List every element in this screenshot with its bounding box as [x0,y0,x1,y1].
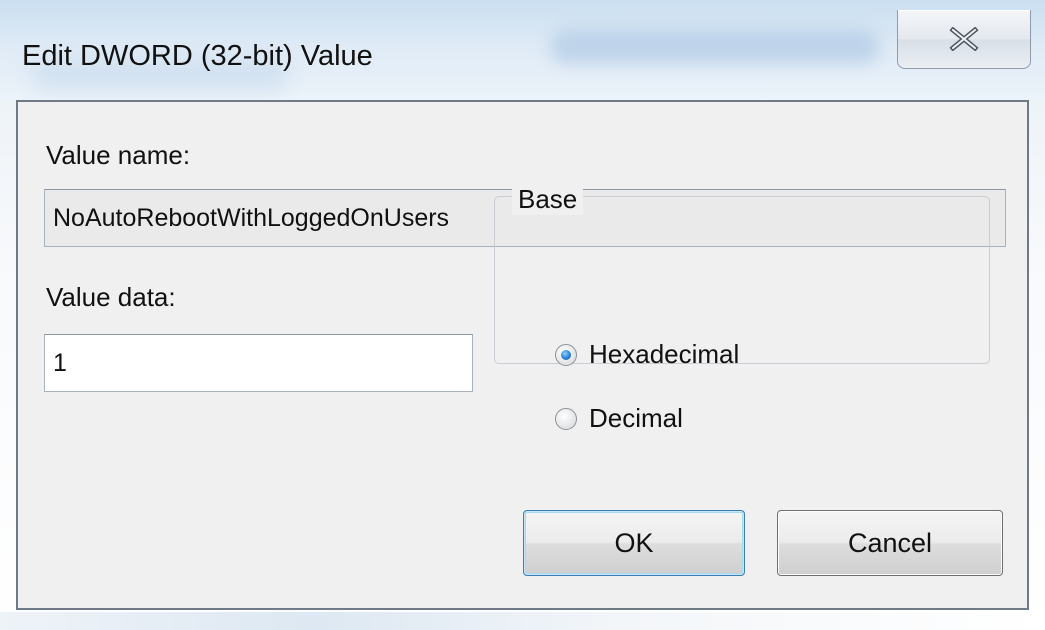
radio-decimal-label[interactable]: Decimal [589,403,683,434]
radio-hexadecimal[interactable]: Hexadecimal [555,339,739,370]
radio-hexadecimal-label[interactable]: Hexadecimal [589,339,739,370]
radio-selected-icon[interactable] [555,343,577,366]
value-data-text: 1 [53,348,67,377]
cancel-button[interactable]: Cancel [777,510,1003,576]
value-name-label: Value name: [46,140,191,170]
close-icon [949,27,979,51]
value-data-input[interactable]: 1 [44,334,473,392]
edit-dword-dialog: Edit DWORD (32-bit) Value Value name: No… [0,0,1045,630]
base-group-label: Base [512,184,584,215]
background-strip [0,612,1045,630]
value-name-text: NoAutoRebootWithLoggedOnUsers [53,203,450,232]
dialog-title: Edit DWORD (32-bit) Value [22,40,373,72]
radio-unselected-icon[interactable] [555,407,577,430]
close-button[interactable] [897,10,1031,69]
glass-background-blur [550,30,880,64]
radio-decimal[interactable]: Decimal [555,403,683,434]
value-data-label: Value data: [46,282,176,312]
title-bar[interactable]: Edit DWORD (32-bit) Value [0,0,1045,100]
ok-button[interactable]: OK [523,510,745,576]
